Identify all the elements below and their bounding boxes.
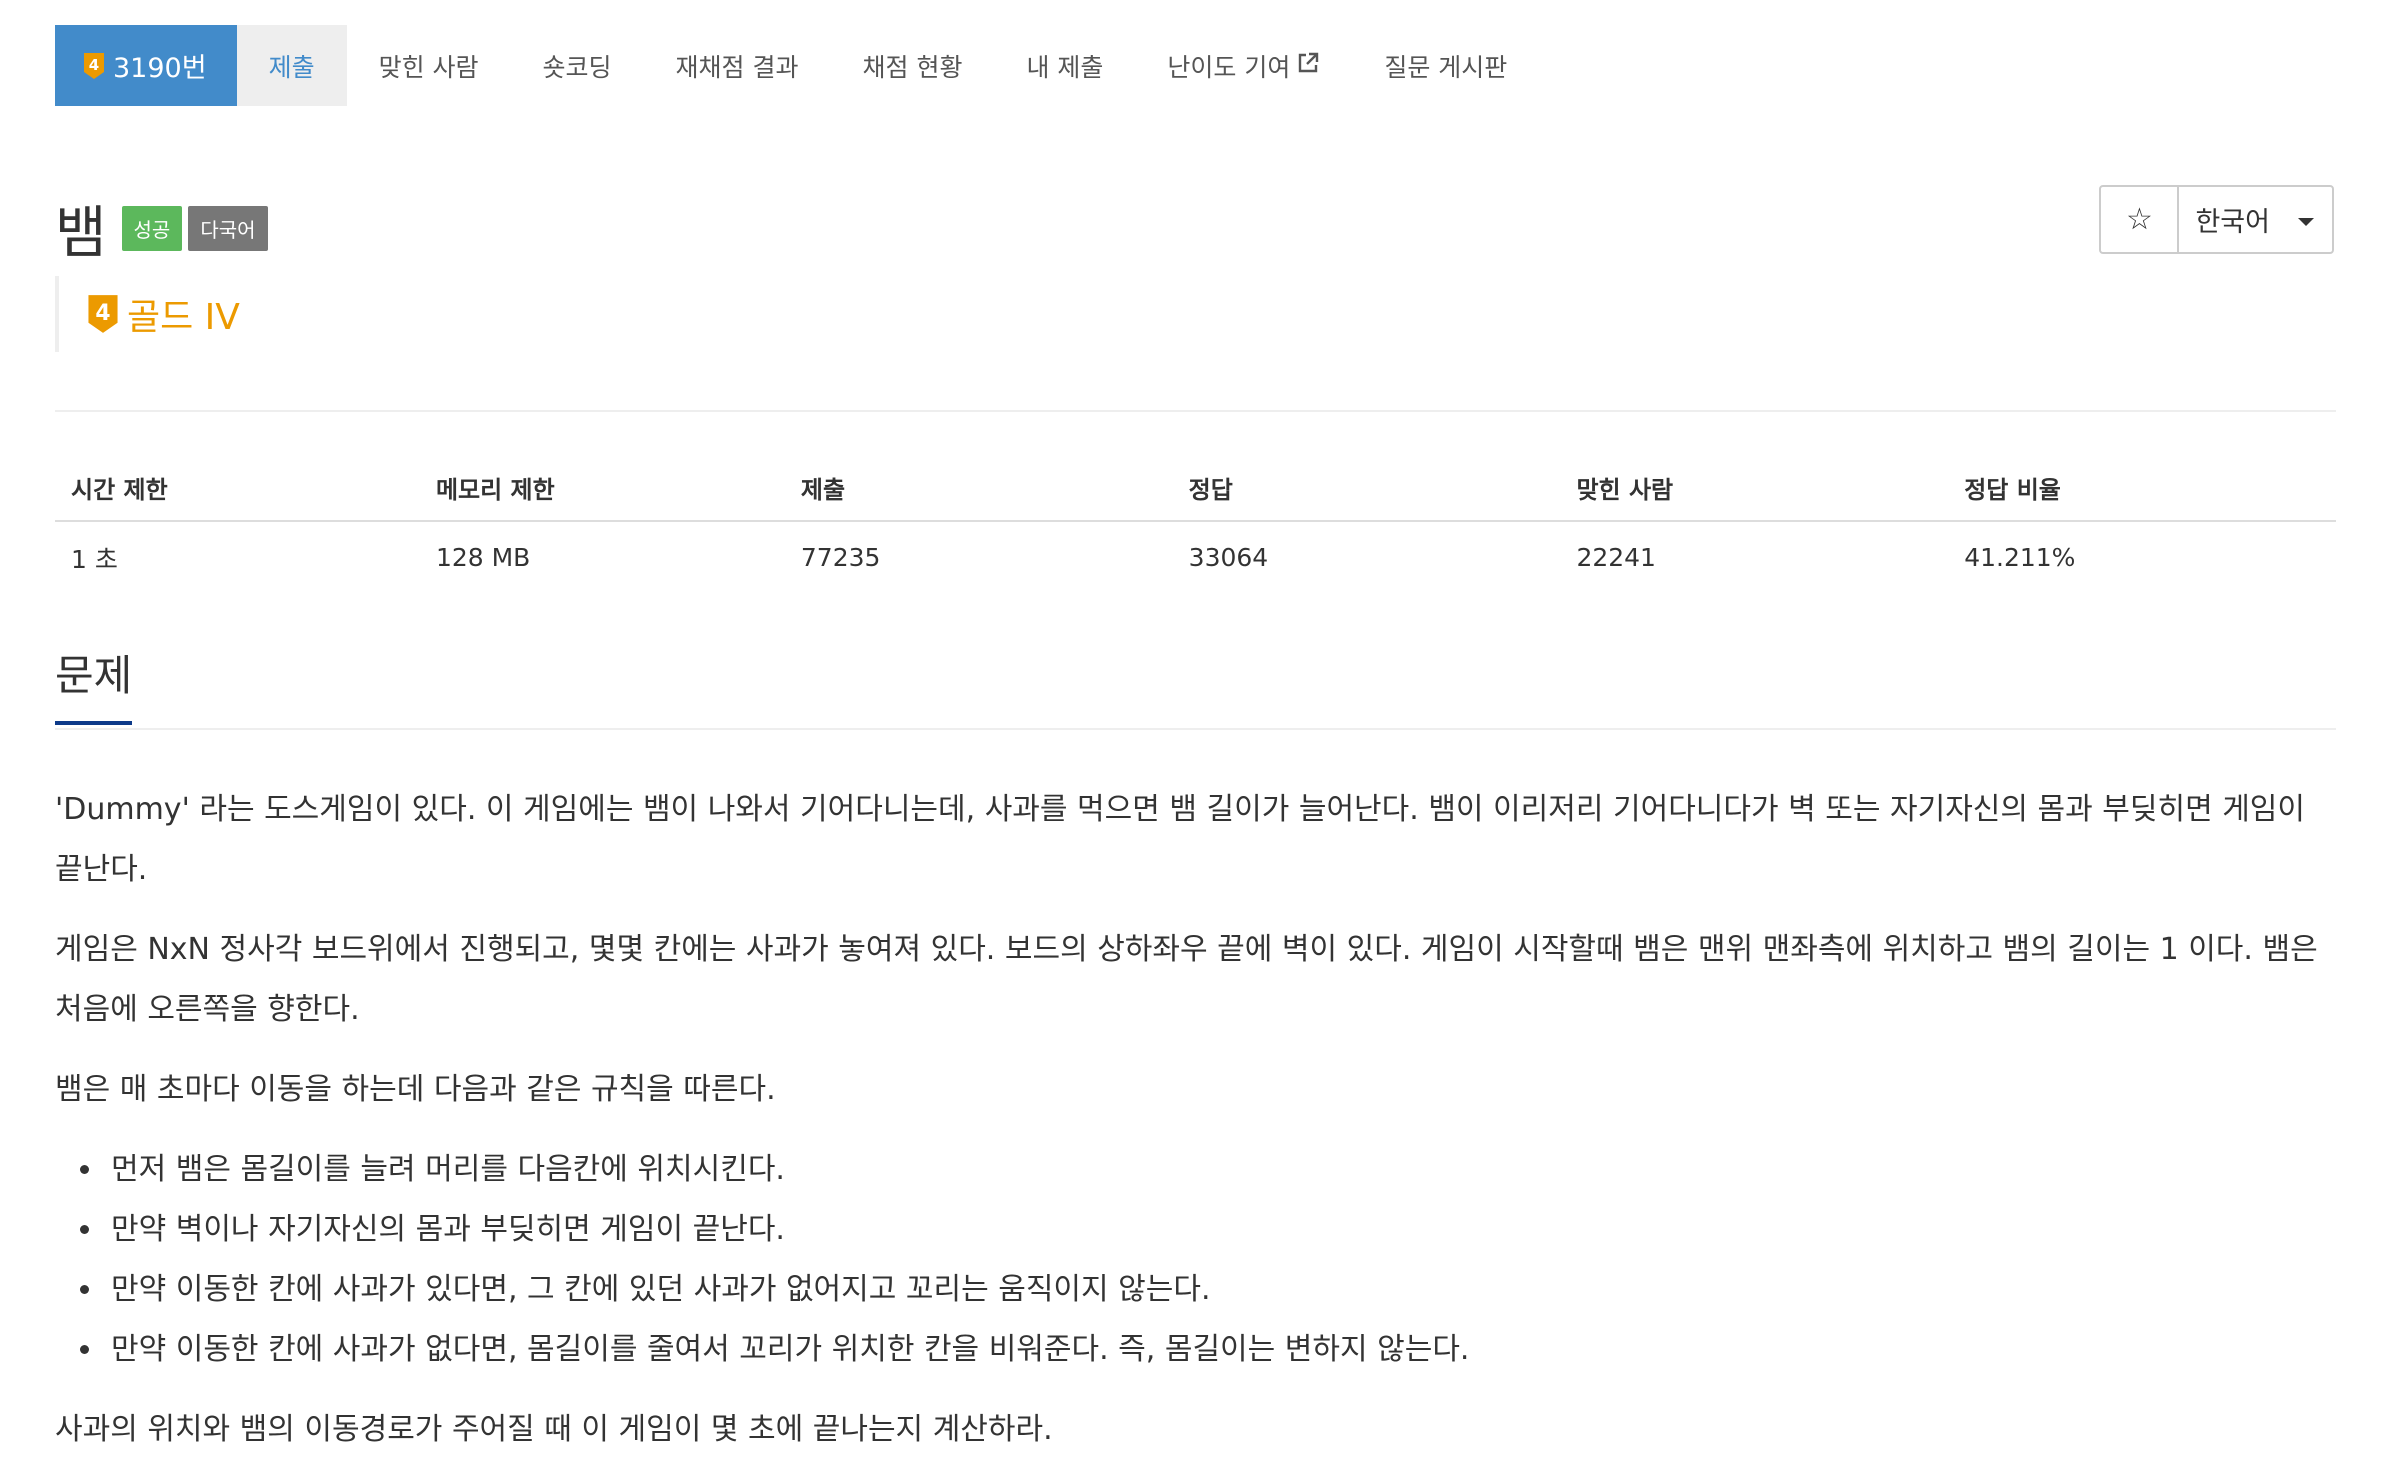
tab-submit[interactable]: 제출: [236, 25, 347, 106]
tab-short-coding[interactable]: 숏코딩: [511, 25, 644, 106]
language-dropdown[interactable]: 한국어: [2179, 187, 2332, 252]
svg-text:4: 4: [95, 301, 110, 326]
problem-description: 'Dummy' 라는 도스게임이 있다. 이 게임에는 뱀이 나와서 기어다니는…: [55, 780, 2336, 1460]
tab-question-board[interactable]: 질문 게시판: [1352, 25, 1539, 106]
problem-paragraph-2: 게임은 NxN 정사각 보드위에서 진행되고, 몇몇 칸에는 사과가 놓여져 있…: [55, 932, 2318, 1027]
svg-text:4: 4: [89, 56, 99, 74]
tab-rejudge-results[interactable]: 재채점 결과: [644, 25, 831, 106]
tier-name: 골드 IV: [127, 297, 240, 338]
problem-title-row: 뱀 성공 다국어: [55, 188, 274, 269]
problem-title: 뱀: [55, 201, 107, 266]
problem-paragraph-1: 'Dummy' 라는 도스게임이 있다. 이 게임에는 뱀이 나와서 기어다니는…: [55, 792, 2306, 887]
favorite-button[interactable]: ☆: [2101, 187, 2180, 252]
problem-number-tab[interactable]: 4 3190번: [55, 25, 237, 106]
language-label: 한국어: [2195, 207, 2270, 238]
section-headline: 문제: [55, 650, 133, 725]
accepted-value: 33064: [1188, 543, 1269, 572]
tab-solved-users[interactable]: 맞힌 사람: [347, 25, 511, 106]
problem-paragraph-3: 뱀은 매 초마다 이동을 하는데 다음과 같은 규칙을 따른다.: [55, 1072, 776, 1107]
header-time-limit: 시간 제한: [55, 455, 420, 522]
gold-tier-badge-icon: 4: [87, 293, 119, 335]
tab-judge-status[interactable]: 채점 현황: [831, 25, 995, 106]
header-accept-ratio: 정답 비율: [1948, 455, 2336, 522]
gold-tier-badge-icon: 4: [83, 52, 105, 80]
list-item: 만약 벽이나 자기자신의 몸과 부딪히면 게임이 끝난다.: [105, 1200, 2336, 1260]
tab-my-submissions[interactable]: 내 제출: [994, 25, 1135, 106]
rules-list: 먼저 뱀은 몸길이를 늘려 머리를 다음칸에 위치시킨다. 만약 벽이나 자기자…: [105, 1140, 2336, 1380]
section-headline-wrap: 문제: [55, 650, 2336, 730]
table-row: 1 초 128 MB 77235 33064 22241 41.211%: [55, 521, 2336, 593]
divider: [55, 410, 2336, 412]
solved-users-value: 22241: [1576, 543, 1656, 572]
time-limit-value: 1 초: [71, 544, 118, 574]
problem-controls: ☆ 한국어: [2099, 185, 2334, 254]
accept-ratio-value: 41.211%: [1964, 543, 2076, 572]
problem-number: 3190번: [113, 53, 207, 84]
star-outline-icon: ☆: [2126, 202, 2153, 237]
header-submissions: 제출: [784, 455, 1173, 522]
external-link-icon: [1296, 51, 1320, 81]
header-solved-users: 맞힌 사람: [1560, 455, 1949, 522]
tab-difficulty-label: 난이도 기여: [1167, 52, 1291, 82]
header-accepted: 정답: [1172, 455, 1561, 522]
submissions-value: 77235: [800, 543, 881, 572]
tier-block: 4 골드 IV: [55, 276, 240, 352]
memory-limit-value: 128 MB: [435, 543, 531, 572]
list-item: 만약 이동한 칸에 사과가 있다면, 그 칸에 있던 사과가 없어지고 꼬리는 …: [105, 1260, 2336, 1320]
tab-difficulty-contribution[interactable]: 난이도 기여: [1135, 25, 1352, 106]
list-item: 먼저 뱀은 몸길이를 늘려 머리를 다음칸에 위치시킨다.: [105, 1140, 2336, 1200]
table-header-row: 시간 제한 메모리 제한 제출 정답 맞힌 사람 정답 비율: [55, 455, 2336, 522]
problem-info-table: 시간 제한 메모리 제한 제출 정답 맞힌 사람 정답 비율 1 초 128 M…: [55, 455, 2336, 593]
problem-menu: 4 3190번 제출 맞힌 사람 숏코딩 재채점 결과 채점 현황 내 제출 난…: [55, 25, 1539, 106]
caret-down-icon: [2298, 217, 2314, 226]
list-item: 만약 이동한 칸에 사과가 없다면, 몸길이를 줄여서 꼬리가 위치한 칸을 비…: [105, 1320, 2336, 1380]
header-memory-limit: 메모리 제한: [419, 455, 785, 522]
problem-paragraph-4: 사과의 위치와 뱀의 이동경로가 주어질 때 이 게임이 몇 초에 끝나는지 계…: [55, 1412, 1053, 1447]
status-badge: 성공: [121, 206, 183, 251]
multilang-badge: 다국어: [188, 206, 268, 251]
